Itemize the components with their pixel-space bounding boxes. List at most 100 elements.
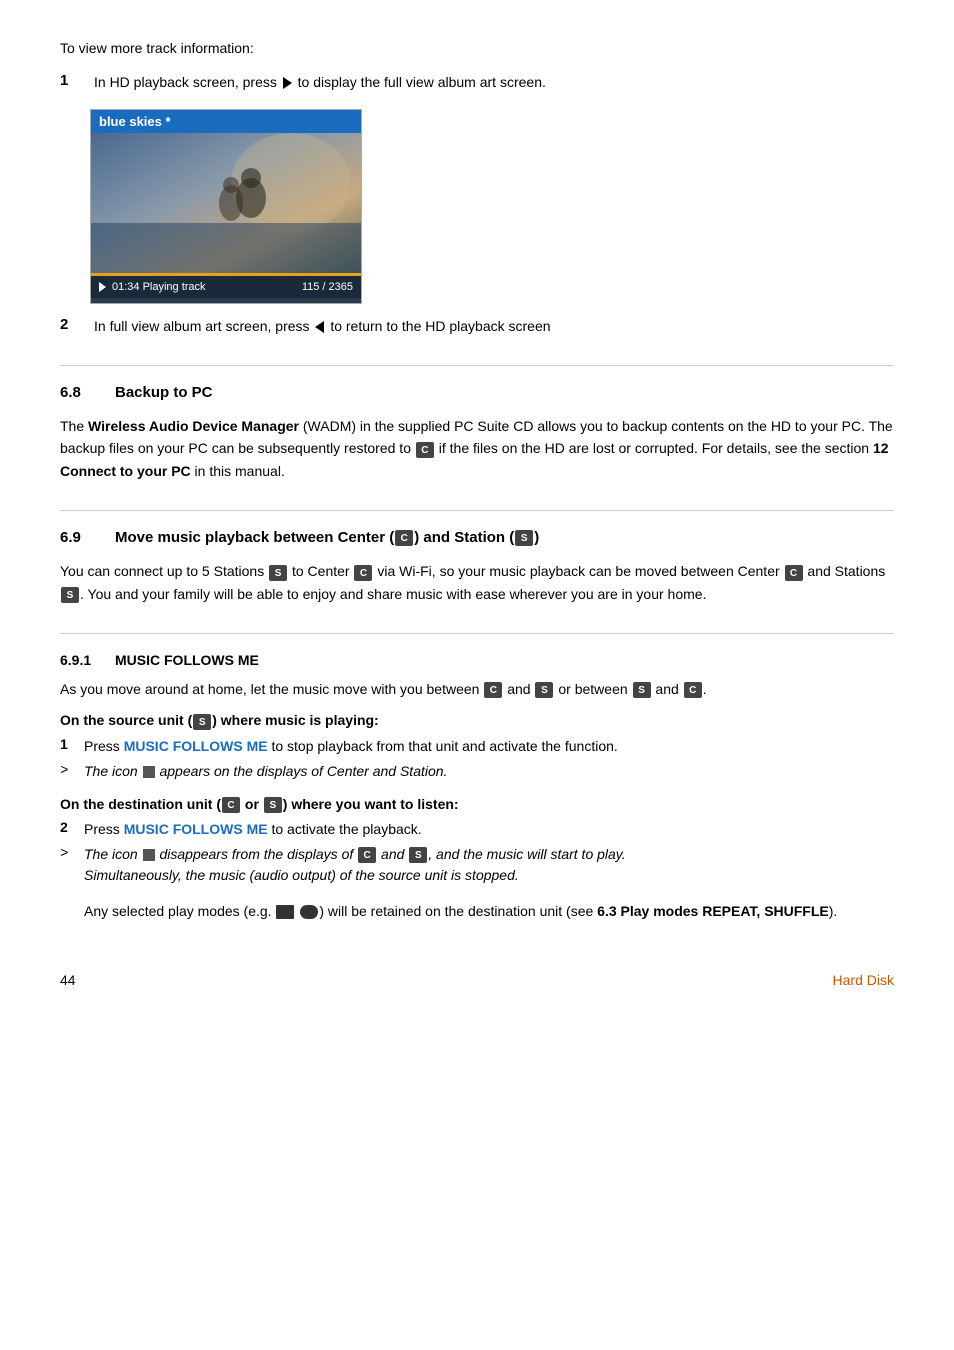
footer: 44 Hard Disk bbox=[60, 962, 894, 988]
note-box: Any selected play modes (e.g. ) will be … bbox=[84, 900, 894, 922]
section-69-header: 6.9 Move music playback between Center (… bbox=[60, 529, 894, 546]
section-69-title-before: Move music playback between Center ( bbox=[115, 529, 394, 546]
station-icon-title: S bbox=[515, 530, 533, 546]
section-691-body3: or between bbox=[554, 681, 631, 697]
shuffle-icon bbox=[300, 905, 318, 919]
dest-icon-s: S bbox=[264, 797, 282, 813]
section-69-title: Move music playback between Center (C) a… bbox=[115, 529, 539, 546]
section-68-header: 6.8 Backup to PC bbox=[60, 384, 894, 401]
divider-1 bbox=[60, 365, 894, 366]
section-691-body2: and bbox=[503, 681, 534, 697]
step-2: 2 In full view album art screen, press t… bbox=[60, 316, 894, 337]
station-icon-mfm2: S bbox=[633, 682, 651, 698]
center-icon-3: C bbox=[785, 565, 803, 581]
section-68-num: 6.8 bbox=[60, 384, 115, 401]
play-arrow-icon bbox=[283, 77, 292, 89]
section-691-body5: . bbox=[703, 681, 707, 697]
center-icon-mfm2: C bbox=[684, 682, 702, 698]
dest-instruction-list: 2 Press MUSIC FOLLOWS ME to activate the… bbox=[60, 819, 894, 886]
screen-bottom-bar: 01:34 Playing track 115 / 2365 bbox=[91, 276, 361, 298]
mfm-link-1: MUSIC FOLLOWS ME bbox=[124, 738, 268, 754]
intro-text: To view more track information: bbox=[60, 40, 894, 56]
source-step-arrow: > bbox=[60, 761, 84, 777]
station-icon-2: S bbox=[269, 565, 287, 581]
step-1-num: 1 bbox=[60, 72, 90, 89]
dest-step-1: 2 Press MUSIC FOLLOWS ME to activate the… bbox=[60, 819, 894, 840]
footer-page: 44 bbox=[60, 972, 76, 988]
step-1-text-before: In HD playback screen, press bbox=[94, 74, 277, 90]
center-icon-1: C bbox=[416, 442, 434, 458]
screen-play-icon bbox=[99, 282, 106, 292]
section-69-body: You can connect up to 5 Stations S to Ce… bbox=[60, 560, 894, 605]
dest-icon-c: C bbox=[222, 797, 240, 813]
section-68-title: Backup to PC bbox=[115, 384, 213, 401]
dest-step-1-num: 2 bbox=[60, 819, 84, 835]
section-691-intro: As you move around at home, let the musi… bbox=[60, 678, 894, 700]
step-2-text-before: In full view album art screen, press bbox=[94, 318, 310, 334]
note-ref: 6.3 Play modes REPEAT, SHUFFLE bbox=[597, 903, 829, 919]
on-source-header: On the source unit (S) where music is pl… bbox=[60, 712, 894, 729]
section-68-body1: The bbox=[60, 418, 88, 434]
section-68-body3: if the files on the HD are lost or corru… bbox=[435, 440, 873, 456]
small-icon-1 bbox=[143, 766, 155, 778]
step-1-text-after: to display the full view album art scree… bbox=[298, 74, 546, 90]
screen-title: blue skies * bbox=[99, 114, 171, 129]
source-step-1-text: Press MUSIC FOLLOWS ME to stop playback … bbox=[84, 736, 618, 757]
dest-step-arrow: > bbox=[60, 844, 84, 860]
section-69-body1: You can connect up to 5 Stations bbox=[60, 563, 268, 579]
mfm-link-2: MUSIC FOLLOWS ME bbox=[124, 821, 268, 837]
repeat-icon bbox=[276, 905, 294, 919]
dest-s-icon: S bbox=[409, 847, 427, 863]
on-dest-header: On the destination unit (C or S) where y… bbox=[60, 796, 894, 813]
dest-step-2-text: The icon disappears from the displays of… bbox=[84, 844, 626, 886]
section-691-title: MUSIC FOLLOWS ME bbox=[115, 652, 259, 668]
dest-c-icon: C bbox=[358, 847, 376, 863]
section-68-wadm: Wireless Audio Device Manager bbox=[88, 418, 299, 434]
section-691-header: 6.9.1 MUSIC FOLLOWS ME bbox=[60, 652, 894, 668]
section-68-body: The Wireless Audio Device Manager (WADM)… bbox=[60, 415, 894, 482]
source-step-2: > The icon appears on the displays of Ce… bbox=[60, 761, 894, 782]
section-691-num: 6.9.1 bbox=[60, 652, 115, 668]
album-art-svg bbox=[91, 133, 361, 273]
section-69-title-middle: ) and Station ( bbox=[414, 529, 514, 546]
center-icon-2: C bbox=[354, 565, 372, 581]
station-icon-mfm1: S bbox=[535, 682, 553, 698]
step-2-text-after: to return to the HD playback screen bbox=[330, 318, 550, 334]
small-icon-2 bbox=[143, 849, 155, 861]
section-69-body5: . You and your family will be able to en… bbox=[80, 586, 706, 602]
on-dest-suffix: ) where you want to listen: bbox=[283, 796, 459, 812]
on-dest-or: or bbox=[241, 796, 263, 812]
screen-track-info: 115 / 2365 bbox=[302, 281, 353, 293]
section-69-body4: and Stations bbox=[804, 563, 886, 579]
source-instruction-list: 1 Press MUSIC FOLLOWS ME to stop playbac… bbox=[60, 736, 894, 782]
source-step-1-num: 1 bbox=[60, 736, 84, 752]
section-69-num: 6.9 bbox=[60, 529, 115, 546]
section-691-body1: As you move around at home, let the musi… bbox=[60, 681, 483, 697]
section-69-body2: to Center bbox=[288, 563, 353, 579]
back-arrow-icon bbox=[315, 321, 324, 333]
on-source-suffix: ) where music is playing: bbox=[212, 712, 379, 728]
screen-top-bar: blue skies * bbox=[91, 110, 361, 133]
source-step-1: 1 Press MUSIC FOLLOWS ME to stop playbac… bbox=[60, 736, 894, 757]
center-icon-title: C bbox=[395, 530, 413, 546]
center-icon-mfm1: C bbox=[484, 682, 502, 698]
dest-step-2: > The icon disappears from the displays … bbox=[60, 844, 894, 886]
screen-subtitle: 01:34 Playing track bbox=[112, 281, 206, 293]
divider-2 bbox=[60, 510, 894, 511]
step-1-text: In HD playback screen, press to display … bbox=[94, 72, 546, 93]
source-step-2-text: The icon appears on the displays of Cent… bbox=[84, 761, 447, 782]
note-text: Any selected play modes (e.g. ) will be … bbox=[84, 900, 894, 922]
divider-3 bbox=[60, 633, 894, 634]
station-icon-3: S bbox=[61, 587, 79, 603]
step-2-text: In full view album art screen, press to … bbox=[94, 316, 551, 337]
section-69-body3: via Wi-Fi, so your music playback can be… bbox=[373, 563, 783, 579]
footer-section: Hard Disk bbox=[833, 972, 894, 988]
screen-album-art bbox=[91, 133, 361, 273]
section-68-body4: in this manual. bbox=[191, 463, 285, 479]
on-source-header-text: On the source unit ( bbox=[60, 712, 192, 728]
section-69-title-after: ) bbox=[534, 529, 539, 546]
step-2-num: 2 bbox=[60, 316, 90, 333]
source-icon: S bbox=[193, 714, 211, 730]
step-1: 1 In HD playback screen, press to displa… bbox=[60, 72, 894, 93]
on-dest-header-text: On the destination unit ( bbox=[60, 796, 221, 812]
